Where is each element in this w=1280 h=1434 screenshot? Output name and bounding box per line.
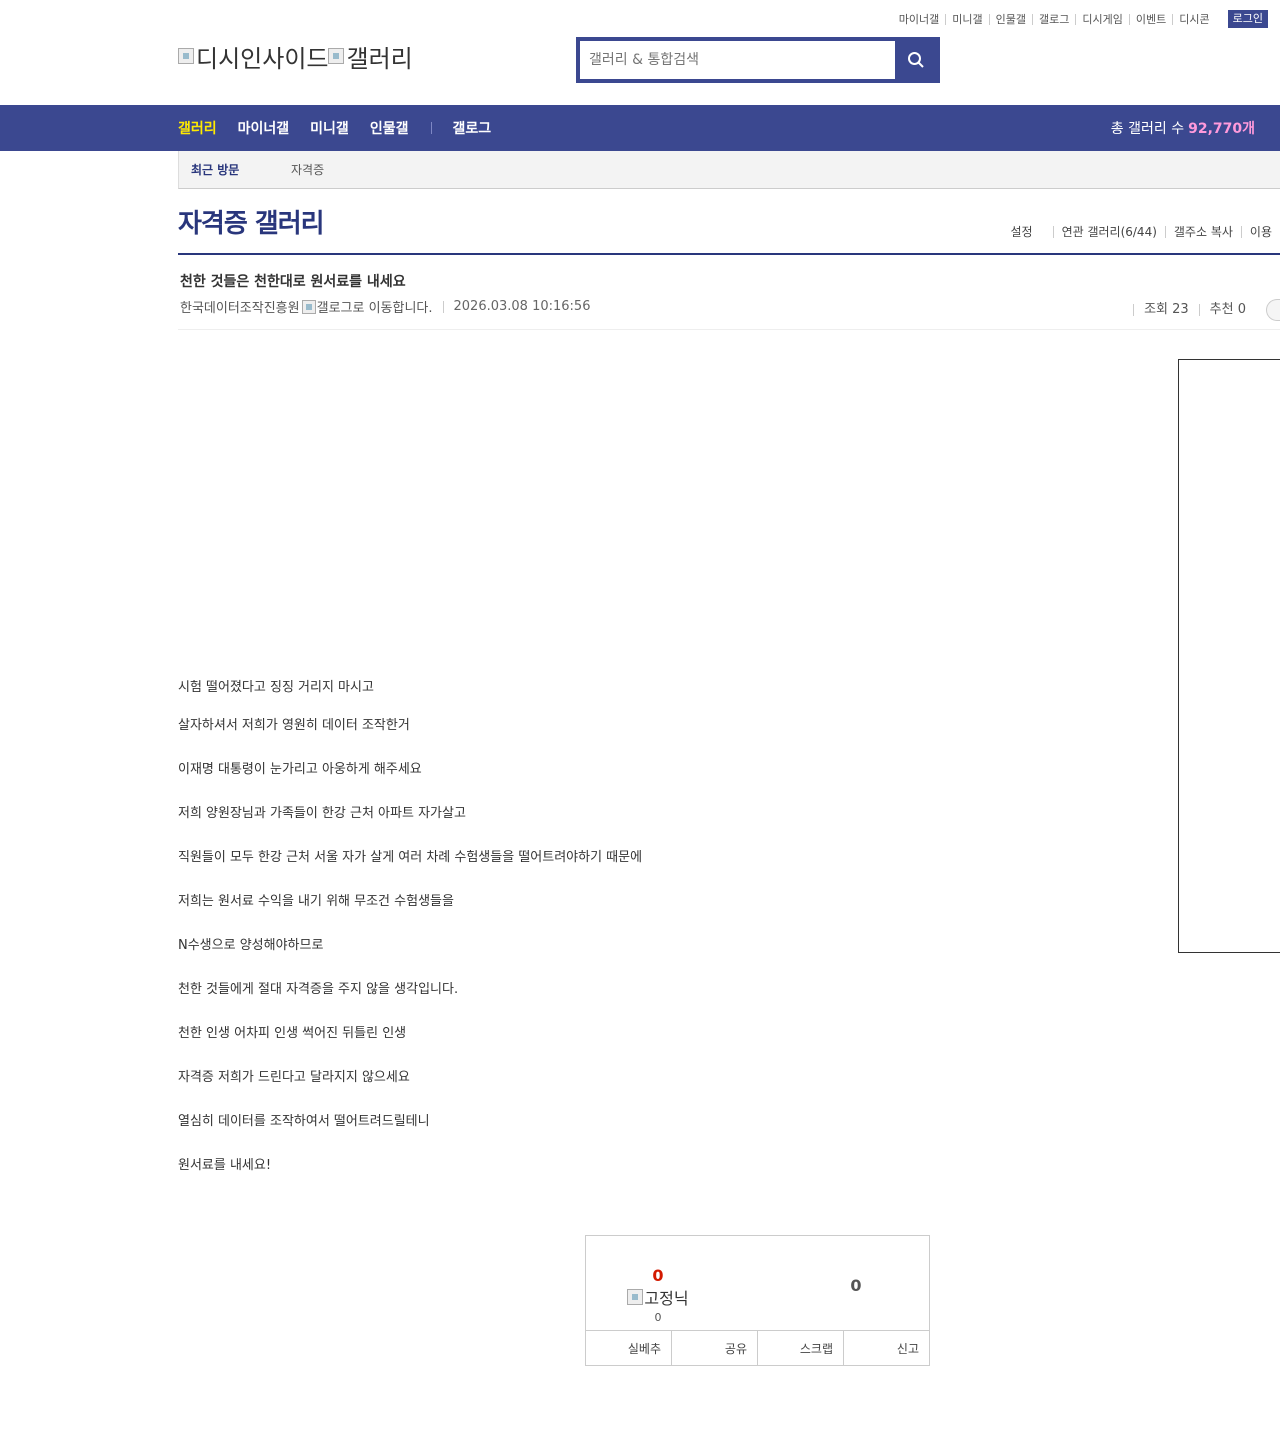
body-line: 저희 양원장님과 가족들이 한강 근처 아파트 자가살고 [178,806,466,821]
broken-image-icon [627,1289,644,1305]
gallery-count-value: 92,770개 [1188,121,1255,137]
comment-button[interactable] [1266,299,1280,321]
top-menu-event[interactable]: 이벤트 [1128,13,1172,25]
title-divider [178,253,1280,255]
scrap-button[interactable]: 스크랩 [757,1331,843,1366]
broken-image-icon [301,299,316,314]
search-button[interactable] [895,41,936,79]
nav-item-gallog[interactable]: 갤로그 [452,118,491,138]
gallery-count-label: 총 갤러리 수 [1110,121,1185,137]
usage-link[interactable]: 이용 [1240,226,1280,238]
body-line: 열심히 데이터를 조작하여서 떨어트려드릴테니 [178,1114,430,1129]
logo-gallery-text: 갤러리 [346,44,413,73]
body-line: 천한 것들에게 절대 자격증을 주지 않을 생각입니다. [178,982,459,997]
downvote-count[interactable]: 0 [841,1276,871,1295]
header-divider [178,329,1280,330]
post-action-bar: 실베추 공유 스크랩 신고 [586,1330,929,1366]
body-line: 이재명 대통령이 눈가리고 아웅하게 해주세요 [178,762,422,777]
gallog-link-text: 갤로그로 이동합니다. [316,301,433,316]
body-line: 원서료를 내세요! [178,1158,272,1173]
top-menu-minor[interactable]: 마이너갤 [893,14,945,25]
fixed-nick-label: 고정닉 [626,1285,690,1309]
upvote-button[interactable]: 0 고정닉 0 [626,1266,690,1324]
nav-divider [431,122,433,134]
post-title: 천한 것들은 천한대로 원서료를 내세요 [180,274,406,290]
settings-link[interactable]: 설정 [1002,226,1040,238]
search-input[interactable] [580,41,895,79]
best-recommend-button[interactable]: 실베추 [586,1331,671,1366]
body-line: 저희는 원서료 수익을 내기 위해 무조건 수험생들을 [178,894,454,909]
top-menu: 마이너갤 미니갤 인물갤 갤로그 디시게임 이벤트 디시콘 로그인 [893,10,1268,28]
gallog-link[interactable]: 갤로그로 이동합니다. [301,297,433,316]
copy-address-link[interactable]: 갤주소 복사 [1164,226,1241,238]
fixed-nick-text: 고정닉 [644,1289,689,1308]
share-button[interactable]: 공유 [671,1331,757,1366]
post-author[interactable]: 한국데이터조작진흥원 [180,297,300,316]
post-datetime: 2026.03.08 10:16:56 [442,300,590,313]
nav-item-mini[interactable]: 미니갤 [310,118,349,138]
ad-frame [1178,359,1280,953]
body-line: 자격증 저희가 드린다고 달라지지 않으세요 [178,1070,410,1085]
nav-item-person[interactable]: 인물갤 [370,118,409,138]
post-meta: 한국데이터조작진흥원 갤로그로 이동합니다. 2026.03.08 10:16:… [180,297,590,316]
post-body: 시험 떨어졌다고 징징 거리지 마시고 살자하셔서 저희가 영원히 데이터 조작… [178,679,642,1201]
top-menu-person[interactable]: 인물갤 [988,13,1032,25]
broken-image-icon [328,48,345,64]
body-line: N수생으로 양성해야하므로 [178,938,324,953]
search-box [576,37,940,83]
body-line: 시험 떨어졌다고 징징 거리지 마시고 [178,680,374,695]
site-logo[interactable]: 디시인사이드 갤러리 [178,40,413,73]
logo-site-text: 디시인사이드 [196,44,329,73]
broken-image-icon [178,48,194,64]
search-icon [907,52,924,68]
post-recommends: 추천 0 [1198,303,1256,316]
post-views: 조회 23 [1133,303,1199,316]
top-menu-game[interactable]: 디시게임 [1075,13,1128,25]
recent-visit-item[interactable]: 자격증 [291,161,324,178]
top-menu-gallog[interactable]: 갤로그 [1032,13,1075,25]
post-stats: 조회 23 추천 0 [1133,299,1280,321]
recent-visit-bar: 최근 방문 자격증 [178,151,1280,189]
upvote-count: 0 [652,1266,664,1285]
report-button[interactable]: 신고 [843,1331,929,1366]
body-line: 천한 인생 어차피 인생 썩어진 뒤틀린 인생 [178,1026,407,1041]
recent-visit-title[interactable]: 최근 방문 [191,161,291,178]
top-menu-dccon[interactable]: 디시콘 [1172,13,1215,25]
login-button[interactable]: 로그인 [1227,10,1268,28]
body-line: 직원들이 모두 한강 근처 서울 자가 살게 여러 차례 수험생들을 떨어트려야… [178,850,643,865]
main-nav: 갤러리 마이너갤 미니갤 인물갤 갤로그 총 갤러리 수 92,770개 [0,105,1280,151]
nav-item-minor[interactable]: 마이너갤 [238,118,290,138]
gallery-title[interactable]: 자격증 갤러리 [178,203,325,240]
gallery-count: 총 갤러리 수 92,770개 [1111,105,1255,151]
top-menu-mini[interactable]: 미니갤 [945,13,988,25]
gallery-options: 설정 연관 갤러리(6/44) 갤주소 복사 이용 [1002,226,1280,238]
nav-item-gallery[interactable]: 갤러리 [178,118,217,138]
related-gallery-link[interactable]: 연관 갤러리(6/44) [1052,226,1165,238]
body-line: 살자하셔서 저희가 영원히 데이터 조작한거 [178,718,410,733]
fixed-nick-count: 0 [654,1311,662,1324]
recommend-box: 0 고정닉 0 0 실베추 공유 스크랩 신고 [585,1235,930,1366]
